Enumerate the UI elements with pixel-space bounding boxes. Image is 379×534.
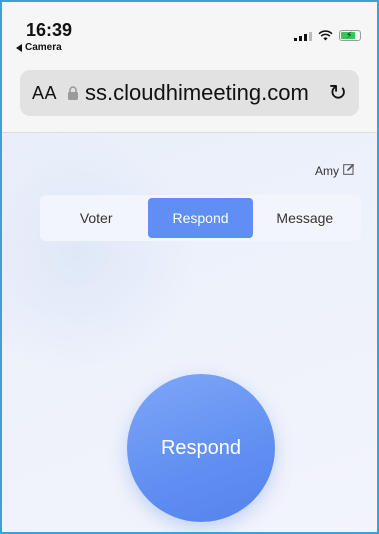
browser-toolbar: AA ss.cloudhimeeting.com ↻ — [2, 58, 377, 133]
address-bar[interactable]: AA ss.cloudhimeeting.com ↻ — [20, 70, 359, 116]
edit-icon[interactable] — [343, 163, 355, 178]
web-page: Amy Voter Respond Message Respond — [2, 133, 377, 532]
status-icons: ⚡ — [294, 30, 361, 41]
user-name: Amy — [315, 163, 339, 178]
respond-button[interactable]: Respond — [127, 374, 275, 522]
wifi-icon — [318, 30, 333, 41]
status-time: 16:39 — [26, 20, 73, 40]
tab-bar: Voter Respond Message — [40, 195, 361, 241]
tab-message[interactable]: Message — [253, 198, 357, 238]
lock-icon — [67, 86, 79, 100]
tab-voter[interactable]: Voter — [44, 198, 148, 238]
signal-icon — [294, 31, 312, 41]
tab-respond[interactable]: Respond — [148, 198, 253, 238]
url-text[interactable]: ss.cloudhimeeting.com — [85, 80, 323, 106]
back-app-label: Camera — [25, 42, 62, 53]
back-arrow-icon — [16, 43, 22, 52]
back-to-app-link[interactable]: Camera — [16, 42, 62, 53]
reload-icon[interactable]: ↻ — [329, 80, 347, 106]
status-bar: 16:39 Camera ⚡ — [2, 2, 377, 58]
text-size-button[interactable]: AA — [32, 83, 57, 104]
battery-icon: ⚡ — [339, 30, 361, 41]
phone-screen: 16:39 Camera ⚡ AA ss.cloudhimeeting.com … — [0, 0, 379, 534]
user-info[interactable]: Amy — [315, 163, 355, 178]
